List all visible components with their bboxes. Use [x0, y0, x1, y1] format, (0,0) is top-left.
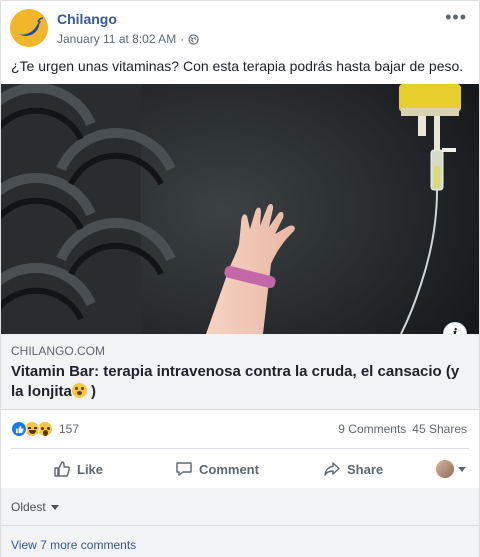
comment-button[interactable]: Comment — [175, 458, 259, 480]
chevron-down-icon — [458, 466, 466, 472]
thumbs-up-icon — [54, 461, 71, 477]
post-card: Chilango January 11 at 8:02 AM · ••• ¿Te… — [0, 0, 480, 557]
globe-icon — [188, 33, 199, 45]
iv-therapy-photo — [1, 84, 479, 334]
share-button[interactable]: Share — [323, 458, 383, 480]
divider — [1, 525, 479, 526]
post-text: ¿Te urgen unas vitaminas? Con esta terap… — [11, 58, 464, 74]
comment-label: Comment — [199, 461, 259, 477]
post-meta: January 11 at 8:02 AM · — [57, 32, 199, 46]
comment-sort-label: Oldest — [11, 500, 46, 514]
page-name-link[interactable]: Chilango — [57, 11, 117, 27]
divider — [11, 448, 469, 449]
share-label: Share — [347, 461, 384, 477]
comments-count-link[interactable]: 9 Comments — [338, 422, 406, 436]
post-as-selector[interactable] — [436, 460, 466, 478]
meta-separator: · — [180, 32, 185, 46]
like-button[interactable]: Like — [53, 458, 103, 480]
engagement-counts: 9 Comments 45 Shares — [338, 422, 467, 436]
post-image[interactable]: i — [1, 84, 479, 334]
link-title[interactable]: Vitamin Bar: terapia intravenosa contra … — [11, 362, 471, 402]
like-reaction-icon — [11, 421, 27, 437]
shares-count-link[interactable]: 45 Shares — [412, 422, 467, 436]
chili-logo-icon — [10, 9, 48, 47]
page-avatar[interactable] — [10, 9, 48, 47]
user-avatar — [436, 460, 454, 478]
comment-bubble-icon — [176, 462, 192, 476]
flushed-emoji-icon — [71, 383, 87, 398]
post-timestamp[interactable]: January 11 at 8:02 AM — [57, 32, 176, 46]
link-title-end: ) — [86, 383, 97, 400]
share-arrow-icon — [324, 462, 340, 476]
view-more-comments-link[interactable]: View 7 more comments — [11, 538, 136, 552]
link-preview[interactable]: CHILANGO.COM Vitamin Bar: terapia intrav… — [1, 334, 479, 410]
more-options-icon[interactable]: ••• — [445, 8, 467, 26]
link-domain: CHILANGO.COM — [11, 344, 106, 358]
reaction-count: 157 — [59, 422, 80, 436]
comment-sort-dropdown[interactable]: Oldest — [11, 500, 59, 514]
post-header: Chilango January 11 at 8:02 AM · ••• — [1, 1, 479, 49]
reaction-summary[interactable]: 157 — [11, 420, 79, 438]
like-label: Like — [77, 461, 104, 477]
chevron-down-icon — [50, 504, 59, 510]
